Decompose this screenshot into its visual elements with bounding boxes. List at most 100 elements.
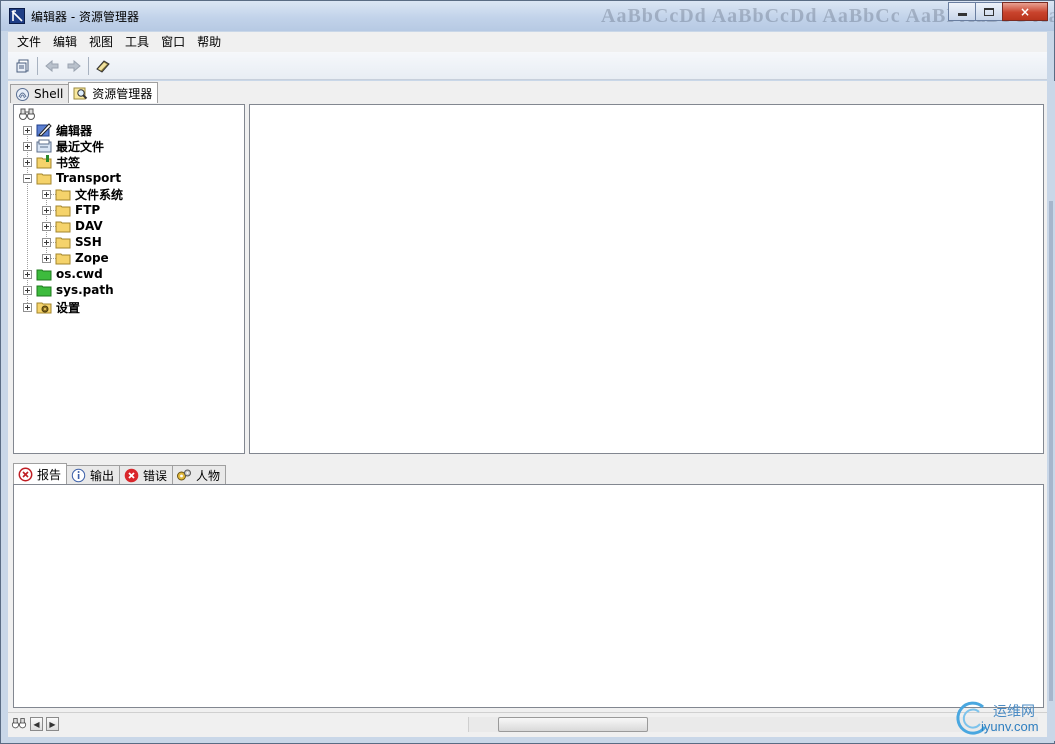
tree-item-transport[interactable]: Transport <box>23 170 121 186</box>
forward-arrow-icon <box>67 59 81 72</box>
folder-icon <box>55 221 71 233</box>
expand-icon[interactable] <box>42 189 51 199</box>
tree-item-ftp[interactable]: FTP <box>42 202 100 218</box>
tab-explorer-label: 资源管理器 <box>92 86 153 101</box>
expand-icon[interactable] <box>42 221 51 231</box>
main-content: Shell 资源管理器 编辑器 最近文件 书签 Transport 文件系统 F… <box>8 81 1047 737</box>
tree-item-label: Transport <box>56 171 122 185</box>
tree-item-sys-path[interactable]: sys.path <box>23 282 114 298</box>
expand-icon[interactable] <box>42 253 51 263</box>
tree-item-ssh[interactable]: SSH <box>42 234 102 250</box>
explorer-tree[interactable]: 编辑器 最近文件 书签 Transport 文件系统 FTP DAV SSH Z… <box>13 104 245 454</box>
expand-icon[interactable] <box>42 237 51 247</box>
tree-item-os-cwd[interactable]: os.cwd <box>23 266 103 282</box>
forward-button[interactable] <box>63 55 85 77</box>
minimize-icon <box>957 13 967 16</box>
tree-item-dav[interactable]: DAV <box>42 218 103 234</box>
settings-folder-icon <box>36 302 52 314</box>
title-bar[interactable]: 编辑器 - 资源管理器 AaBbCcDd AaBbCcDd AaBbCc AaB… <box>1 1 1055 31</box>
tab-people[interactable]: 人物 <box>172 465 227 484</box>
tab-errors-label: 错误 <box>143 468 168 483</box>
menu-bar: 文件 编辑 视图 工具 窗口 帮助 <box>8 32 1047 52</box>
scrollbar-thumb[interactable] <box>498 717 648 732</box>
app-window: 编辑器 - 资源管理器 AaBbCcDd AaBbCcDd AaBbCc AaB… <box>0 0 1055 744</box>
tree-item-bookmarks[interactable]: 书签 <box>23 154 80 170</box>
menu-tools[interactable]: 工具 <box>119 32 155 52</box>
right-arrow-icon: ▶ <box>49 719 56 729</box>
menu-window[interactable]: 窗口 <box>155 32 191 52</box>
green-folder-icon <box>36 285 52 297</box>
expand-icon[interactable] <box>23 125 32 135</box>
tree-item-zope[interactable]: Zope <box>42 250 109 266</box>
watermark-text-cn: 运维网 <box>993 704 1035 720</box>
tree-item-label: sys.path <box>56 283 114 297</box>
gears-icon <box>176 467 192 483</box>
tab-output[interactable]: 输出 <box>66 465 121 484</box>
editor-icon <box>36 123 52 137</box>
back-arrow-icon <box>45 59 59 72</box>
green-folder-icon <box>36 269 52 281</box>
top-tab-strip: Shell 资源管理器 <box>10 82 159 103</box>
expand-icon[interactable] <box>23 141 32 151</box>
toolbar-separator <box>37 56 38 75</box>
site-watermark: 运维网 iyunv.com <box>951 699 1051 739</box>
binoculars-icon <box>19 108 35 120</box>
expand-icon[interactable] <box>42 205 51 215</box>
back-button[interactable] <box>41 55 63 77</box>
expand-icon[interactable] <box>23 285 32 295</box>
tree-item-label: os.cwd <box>56 267 103 281</box>
left-arrow-icon: ◀ <box>33 719 40 729</box>
minimize-button[interactable] <box>948 2 975 21</box>
bottom-tab-strip: 报告 输出 错误 人物 <box>13 463 227 484</box>
close-button[interactable]: × <box>1002 2 1048 21</box>
shell-icon <box>14 86 30 102</box>
collapse-icon[interactable] <box>23 173 32 183</box>
book-icon <box>96 59 110 73</box>
print-preview-icon <box>16 59 29 72</box>
folder-icon <box>55 205 71 217</box>
tab-errors[interactable]: 错误 <box>119 465 174 484</box>
caption-buttons: × <box>948 2 1048 21</box>
scroll-left-button[interactable]: ◀ <box>30 717 43 731</box>
error-icon <box>123 467 139 483</box>
book-button[interactable] <box>92 55 114 77</box>
menu-edit[interactable]: 编辑 <box>47 32 83 52</box>
info-icon <box>70 467 86 483</box>
folder-icon <box>55 253 71 265</box>
status-bar: ◀ ▶ <box>8 712 1047 734</box>
tab-explorer[interactable]: 资源管理器 <box>68 82 159 103</box>
report-pane[interactable] <box>13 484 1044 708</box>
scroll-right-button[interactable]: ▶ <box>46 717 59 731</box>
report-icon <box>17 466 33 482</box>
tree-item-editor[interactable]: 编辑器 <box>23 122 92 138</box>
tree-item-label: Zope <box>75 251 109 265</box>
binoculars-icon <box>11 718 27 729</box>
expand-icon[interactable] <box>23 302 32 312</box>
print-preview-button[interactable] <box>12 55 34 77</box>
folder-icon <box>55 237 71 249</box>
detail-pane[interactable] <box>249 104 1044 454</box>
window-right-border <box>1047 81 1055 741</box>
folder-icon <box>36 173 52 185</box>
tab-report[interactable]: 报告 <box>13 463 68 484</box>
tree-item-label: SSH <box>75 235 102 249</box>
tree-item-filesystem[interactable]: 文件系统 <box>42 186 123 202</box>
menu-file[interactable]: 文件 <box>8 32 47 52</box>
maximize-button[interactable] <box>975 2 1002 21</box>
tree-item-recent-files[interactable]: 最近文件 <box>23 138 104 154</box>
menu-help[interactable]: 帮助 <box>191 32 227 52</box>
tree-item-settings[interactable]: 设置 <box>23 299 80 315</box>
tab-people-label: 人物 <box>196 468 221 483</box>
tab-shell[interactable]: Shell <box>10 84 70 103</box>
menu-view[interactable]: 视图 <box>83 32 119 52</box>
tree-item-label: FTP <box>75 203 101 217</box>
app-icon <box>9 8 25 24</box>
tree-item-label: DAV <box>75 219 103 233</box>
bookmark-folder-icon <box>36 155 52 169</box>
expand-icon[interactable] <box>23 269 32 279</box>
maximize-icon <box>984 7 994 16</box>
window-title: 编辑器 - 资源管理器 <box>31 10 139 24</box>
tab-shell-label: Shell <box>34 87 64 101</box>
tree-item-label: 书签 <box>56 155 81 170</box>
expand-icon[interactable] <box>23 157 32 167</box>
